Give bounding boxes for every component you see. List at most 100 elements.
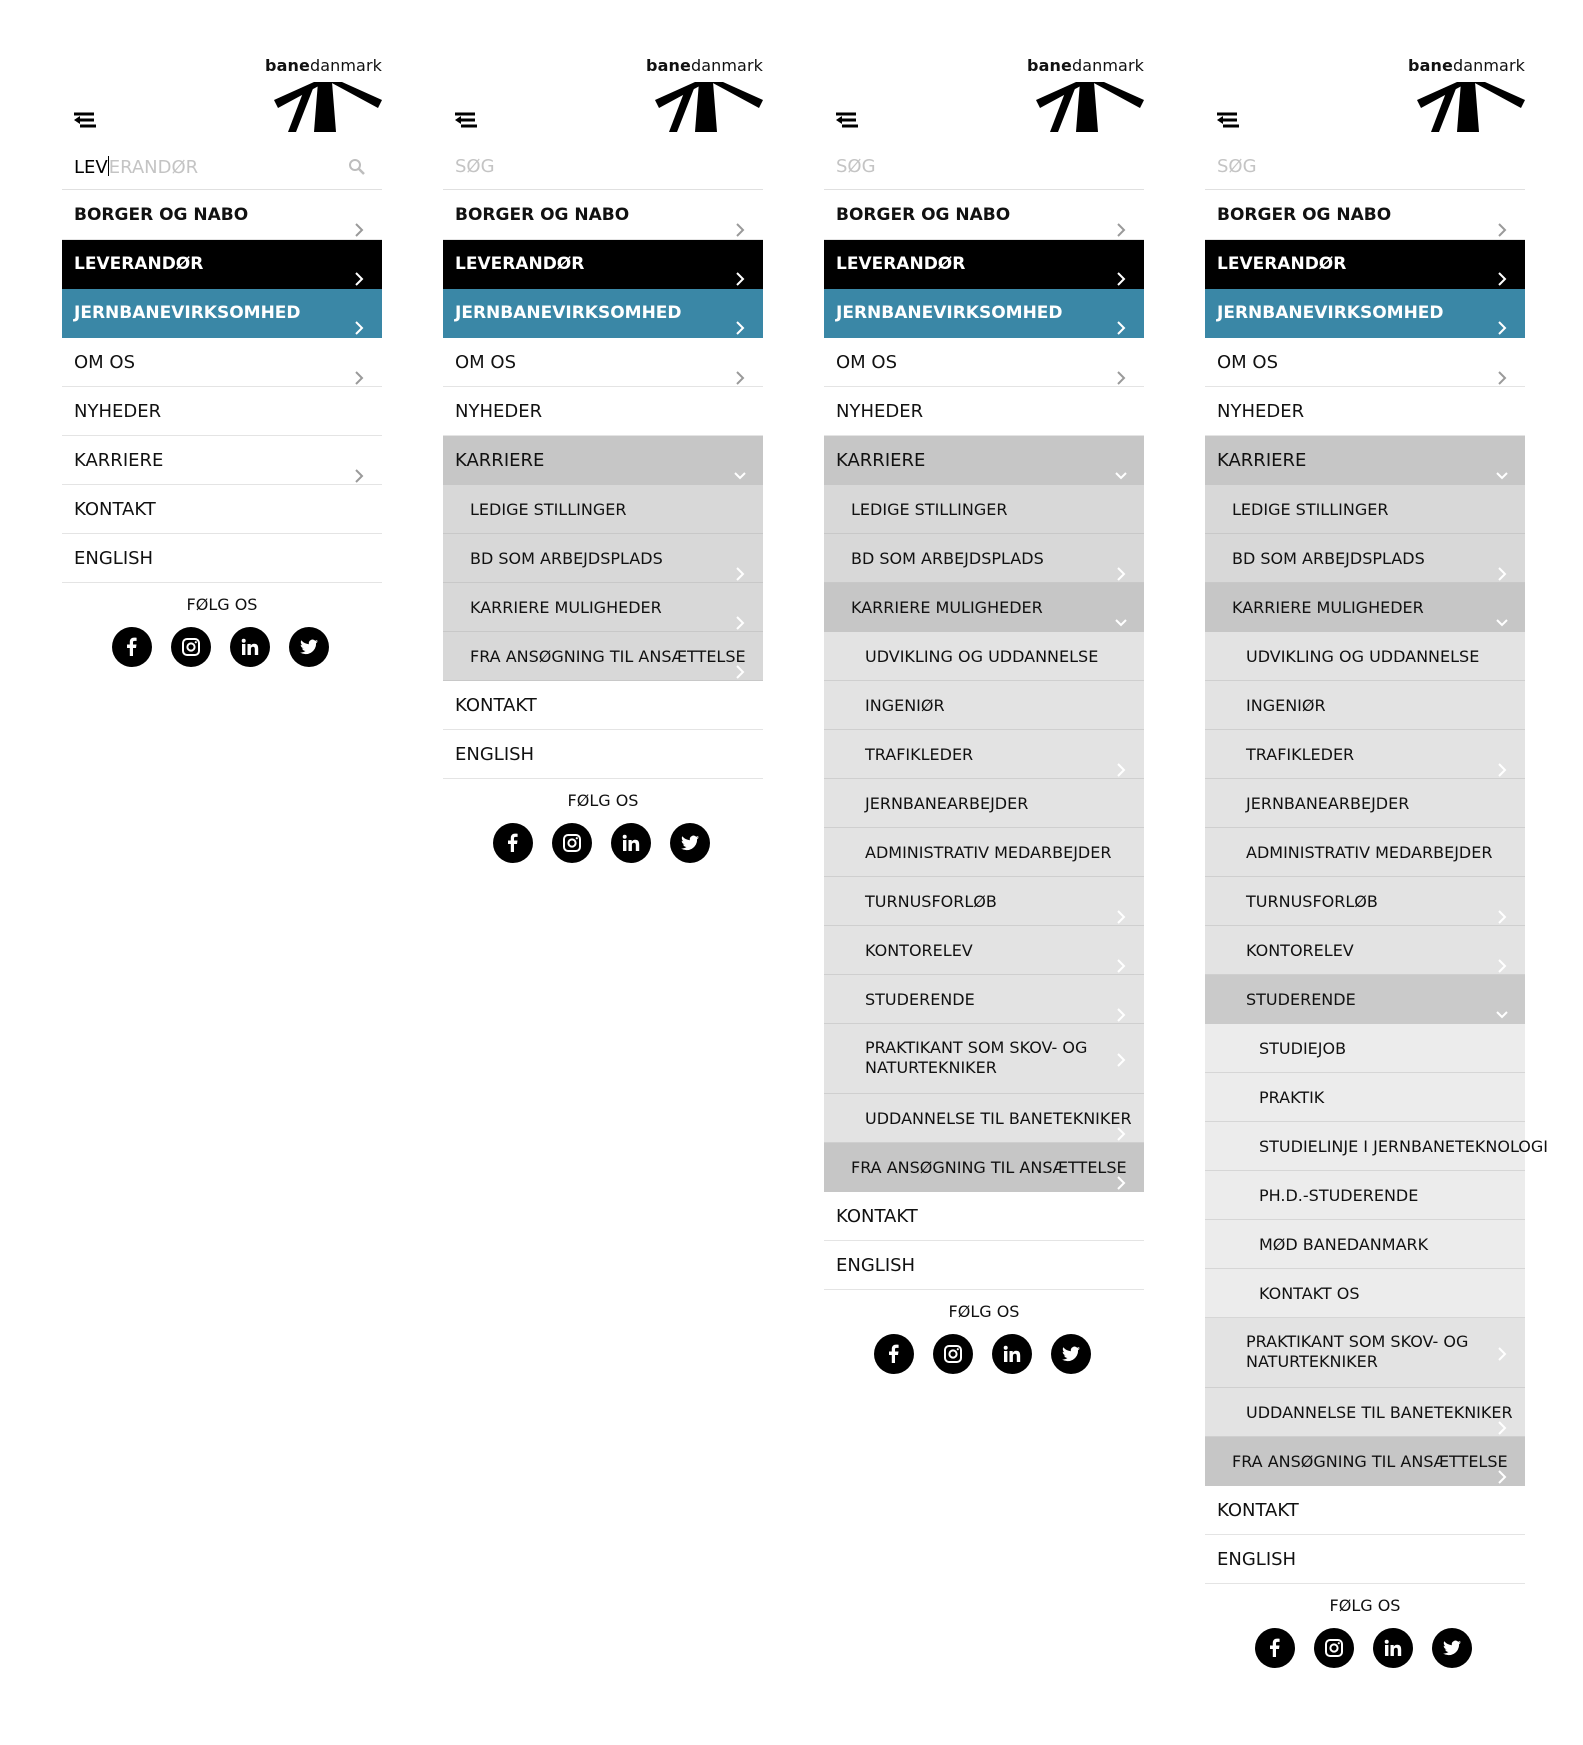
chevron-right-icon[interactable] [352, 355, 366, 385]
chevron-right-icon[interactable] [1495, 257, 1509, 286]
nav-item-trafikleder[interactable]: TRAFIKLEDER [1205, 730, 1525, 779]
nav-item-turnusforlob[interactable]: TURNUSFORLØB [824, 877, 1144, 926]
nav-item-uddannelse-til-banetekniker[interactable]: UDDANNELSE TIL BANETEKNIKER [824, 1094, 1144, 1143]
nav-item-udvikling-og-uddannelse[interactable]: UDVIKLING OG UDDANNELSE [1205, 632, 1525, 681]
nav-item-studiejob[interactable]: STUDIEJOB [1205, 1024, 1525, 1073]
nav-item-jernbanevirksomhed[interactable]: JERNBANEVIRKSOMHED [1205, 289, 1525, 338]
chevron-right-icon[interactable] [352, 257, 366, 286]
nav-item-om-os[interactable]: OM OS [443, 338, 763, 387]
hamburger-menu-icon[interactable] [453, 110, 479, 130]
facebook-icon[interactable] [874, 1334, 914, 1374]
nav-item-karriere-muligheder[interactable]: KARRIERE MULIGHEDER [824, 583, 1144, 632]
nav-item-borger-og-nabo[interactable]: BORGER OG NABO [443, 191, 763, 240]
search-bar[interactable]: SØG [824, 144, 1144, 190]
nav-item-karriere[interactable]: KARRIERE [824, 436, 1144, 485]
chevron-down-icon[interactable] [1495, 992, 1509, 1019]
nav-item-turnusforlob[interactable]: TURNUSFORLØB [1205, 877, 1525, 926]
twitter-icon[interactable] [670, 823, 710, 863]
chevron-right-icon[interactable] [1495, 208, 1509, 237]
facebook-icon[interactable] [493, 823, 533, 863]
chevron-right-icon[interactable] [733, 355, 747, 385]
nav-item-om-os[interactable]: OM OS [62, 338, 382, 387]
nav-item-nyheder[interactable]: NYHEDER [62, 387, 382, 436]
chevron-right-icon[interactable] [1495, 355, 1509, 385]
chevron-right-icon[interactable] [1114, 992, 1128, 1022]
nav-item-om-os[interactable]: OM OS [824, 338, 1144, 387]
nav-item-praktik[interactable]: PRAKTIK [1205, 1073, 1525, 1122]
search-icon[interactable] [348, 158, 366, 176]
nav-item-kontakt[interactable]: KONTAKT [1205, 1486, 1525, 1535]
nav-item-borger-og-nabo[interactable]: BORGER OG NABO [1205, 191, 1525, 240]
chevron-right-icon[interactable] [733, 257, 747, 286]
nav-item-kontakt[interactable]: KONTAKT [443, 681, 763, 730]
chevron-right-icon[interactable] [1114, 747, 1128, 777]
nav-item-nyheder[interactable]: NYHEDER [1205, 387, 1525, 436]
nav-item-ledige-stillinger[interactable]: LEDIGE STILLINGER [824, 485, 1144, 534]
nav-item-fra-ansogning-til-ansaettelse[interactable]: FRA ANSØGNING TIL ANSÆTTELSE [1205, 1437, 1525, 1486]
chevron-right-icon[interactable] [1114, 943, 1128, 973]
chevron-right-icon[interactable] [1114, 1160, 1128, 1190]
nav-item-jernbanearbejder[interactable]: JERNBANEARBEJDER [1205, 779, 1525, 828]
banedanmark-logo[interactable]: banedanmark [1027, 56, 1144, 136]
chevron-right-icon[interactable] [1114, 894, 1128, 924]
nav-item-jernbanearbejder[interactable]: JERNBANEARBEJDER [824, 779, 1144, 828]
nav-item-leverandor[interactable]: LEVERANDØR [443, 240, 763, 289]
nav-item-karriere-muligheder[interactable]: KARRIERE MULIGHEDER [443, 583, 763, 632]
nav-item-jernbanevirksomhed[interactable]: JERNBANEVIRKSOMHED [824, 289, 1144, 338]
chevron-right-icon[interactable] [733, 600, 747, 630]
search-input[interactable]: SØG [455, 156, 495, 177]
nav-item-studerende[interactable]: STUDERENDE [1205, 975, 1525, 1024]
chevron-right-icon[interactable] [1114, 208, 1128, 237]
chevron-right-icon[interactable] [1114, 306, 1128, 335]
nav-item-kontorelev[interactable]: KONTORELEV [1205, 926, 1525, 975]
linkedin-icon[interactable] [992, 1334, 1032, 1374]
search-bar[interactable]: SØG [1205, 144, 1525, 190]
banedanmark-logo[interactable]: banedanmark [1408, 56, 1525, 136]
banedanmark-logo[interactable]: banedanmark [265, 56, 382, 136]
nav-item-nyheder[interactable]: NYHEDER [824, 387, 1144, 436]
nav-item-bd-som-arbejdsplads[interactable]: BD SOM ARBEJDSPLADS [1205, 534, 1525, 583]
nav-item-praktikant-som-skov-og-naturtekniker[interactable]: PRAKTIKANT SOM SKOV- OG NATURTEKNIKER [824, 1024, 1144, 1094]
nav-item-leverandor[interactable]: LEVERANDØR [1205, 240, 1525, 289]
nav-item-kontakt[interactable]: KONTAKT [824, 1192, 1144, 1241]
nav-item-fra-ansogning-til-ansaettelse[interactable]: FRA ANSØGNING TIL ANSÆTTELSE [443, 632, 763, 681]
chevron-down-icon[interactable] [1495, 453, 1509, 480]
nav-item-kontorelev[interactable]: KONTORELEV [824, 926, 1144, 975]
facebook-icon[interactable] [1255, 1628, 1295, 1668]
nav-item-jernbanevirksomhed[interactable]: JERNBANEVIRKSOMHED [443, 289, 763, 338]
nav-item-administrativ-medarbejder[interactable]: ADMINISTRATIV MEDARBEJDER [824, 828, 1144, 877]
chevron-right-icon[interactable] [733, 649, 747, 679]
chevron-right-icon[interactable] [1495, 1346, 1509, 1361]
chevron-right-icon[interactable] [733, 306, 747, 335]
nav-item-om-os[interactable]: OM OS [1205, 338, 1525, 387]
chevron-right-icon[interactable] [1114, 1052, 1128, 1067]
nav-item-karriere-muligheder[interactable]: KARRIERE MULIGHEDER [1205, 583, 1525, 632]
chevron-right-icon[interactable] [733, 551, 747, 581]
linkedin-icon[interactable] [1373, 1628, 1413, 1668]
hamburger-menu-icon[interactable] [72, 110, 98, 130]
nav-item-ingenior[interactable]: INGENIØR [824, 681, 1144, 730]
nav-item-uddannelse-til-banetekniker[interactable]: UDDANNELSE TIL BANETEKNIKER [1205, 1388, 1525, 1437]
nav-item-praktikant-som-skov-og-naturtekniker[interactable]: PRAKTIKANT SOM SKOV- OG NATURTEKNIKER [1205, 1318, 1525, 1388]
linkedin-icon[interactable] [230, 627, 270, 667]
chevron-right-icon[interactable] [1114, 1111, 1128, 1141]
nav-item-ledige-stillinger[interactable]: LEDIGE STILLINGER [443, 485, 763, 534]
twitter-icon[interactable] [289, 627, 329, 667]
nav-item-ph-d-studerende[interactable]: PH.D.-STUDERENDE [1205, 1171, 1525, 1220]
chevron-right-icon[interactable] [1495, 1454, 1509, 1484]
nav-item-borger-og-nabo[interactable]: BORGER OG NABO [824, 191, 1144, 240]
hamburger-menu-icon[interactable] [834, 110, 860, 130]
chevron-right-icon[interactable] [1114, 257, 1128, 286]
instagram-icon[interactable] [1314, 1628, 1354, 1668]
nav-item-english[interactable]: ENGLISH [443, 730, 763, 779]
nav-item-udvikling-og-uddannelse[interactable]: UDVIKLING OG UDDANNELSE [824, 632, 1144, 681]
chevron-right-icon[interactable] [1495, 747, 1509, 777]
nav-item-studerende[interactable]: STUDERENDE [824, 975, 1144, 1024]
chevron-right-icon[interactable] [1495, 551, 1509, 581]
chevron-down-icon[interactable] [1114, 600, 1128, 627]
search-bar[interactable]: LEVERANDØR [62, 144, 382, 190]
search-input[interactable]: SØG [1217, 156, 1257, 177]
chevron-right-icon[interactable] [1495, 943, 1509, 973]
twitter-icon[interactable] [1051, 1334, 1091, 1374]
twitter-icon[interactable] [1432, 1628, 1472, 1668]
